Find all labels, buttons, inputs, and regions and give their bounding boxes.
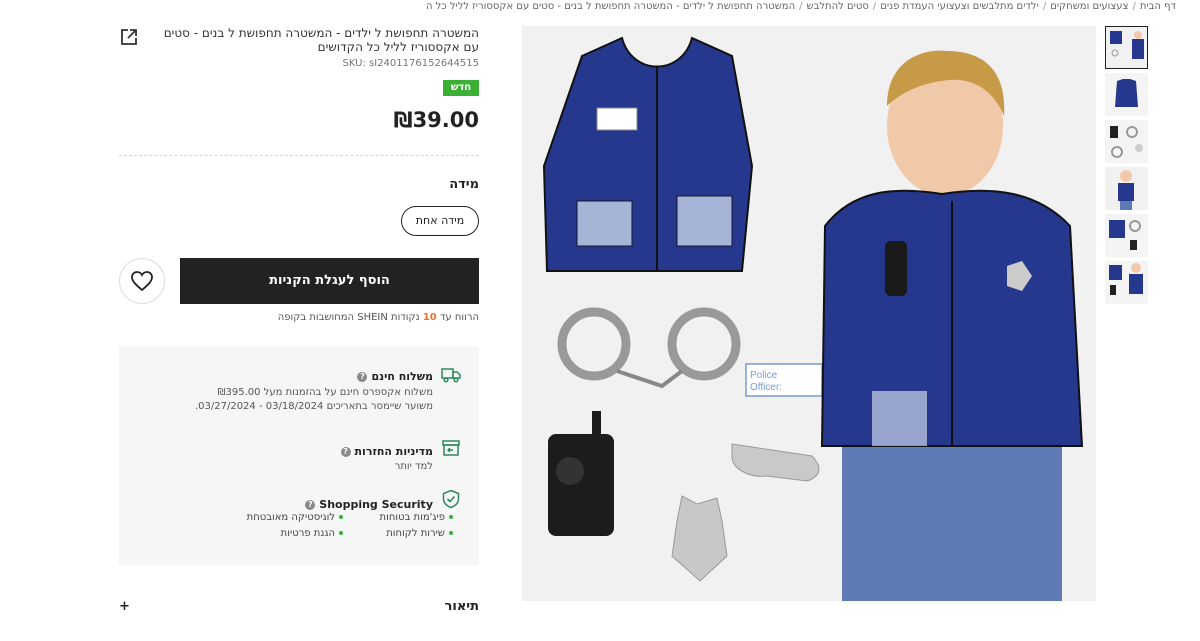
returns-learn-more-link[interactable]: למד יותר [395, 460, 433, 474]
thumbnail-5[interactable] [1105, 214, 1148, 257]
thumbnail-list [1105, 26, 1148, 308]
product-price: ₪39.00 [393, 108, 479, 132]
breadcrumb-dressup[interactable]: סטים להתלבש [807, 1, 869, 12]
breadcrumb-pretend[interactable]: ילדים מתלבשים וצעצועי העמדת פנים [880, 1, 1039, 12]
points-value: 10 [422, 312, 437, 323]
security-item: לוגיסטיקה מאובטחת [233, 512, 343, 523]
security-title: Shopping Security [319, 498, 433, 511]
product-title: המשטרה תחפושת ל ילדים - המשטרה תחפושת ל … [163, 26, 479, 54]
security-section: Shopping Security? [305, 493, 433, 512]
main-product-image[interactable]: Police Officer: [522, 26, 1096, 601]
truck-icon [441, 365, 461, 385]
breadcrumb-home[interactable]: דף הבית [1140, 1, 1176, 12]
thumbnail-2[interactable] [1105, 73, 1148, 116]
vest-graphic [542, 36, 754, 272]
breadcrumb: דף הבית/צעצועים ומשחקים/ילדים מתלבשים וצ… [425, 0, 1176, 14]
security-item: פיג'מות בטוחות [343, 512, 453, 523]
divider [119, 155, 479, 156]
points-prefix: הרווח עד [439, 312, 479, 323]
help-icon[interactable]: ? [305, 499, 316, 510]
thumbnail-6[interactable] [1105, 261, 1148, 304]
returns-section: מדיניות החזרות? [340, 440, 433, 459]
wishlist-button[interactable] [119, 258, 165, 304]
points-info: הרווח עד 10 נקודות SHEIN המחושבות בקופה [119, 312, 479, 323]
new-badge: חדש [443, 80, 479, 96]
product-sku: SKU: sI2401176152644515 [342, 58, 479, 69]
security-items: פיג'מות בטוחות לוגיסטיקה מאובטחת שירות ל… [233, 512, 453, 544]
breadcrumb-current: המשטרה תחפושת ל ילדים - המשטרה תחפושת ל … [425, 1, 796, 12]
security-item: שירות לקוחות [343, 528, 453, 539]
heart-icon [131, 271, 153, 292]
shield-check-icon [441, 489, 461, 509]
size-option-one-size[interactable]: מידה אחת [401, 206, 479, 236]
card-text-police: Police [750, 370, 778, 381]
add-to-cart-button[interactable]: הוסף לעגלת הקניות [180, 258, 479, 304]
shipping-line2: משוער שיימסר בתאריכים 03/18/2024 - 03/27… [194, 401, 433, 412]
card-text-officer: Officer: [750, 382, 782, 393]
thumbnail-4[interactable] [1105, 167, 1148, 210]
thumbnail-1[interactable] [1105, 26, 1148, 69]
security-item: הגנת פרטיות [233, 528, 343, 539]
policy-box: משלוח חינם? משלוח אקספרס חינם על בהזמנות… [119, 346, 479, 565]
points-suffix: נקודות SHEIN המחושבות בקופה [277, 312, 420, 323]
help-icon[interactable]: ? [340, 446, 351, 457]
description-label: תיאור [444, 598, 479, 614]
thumbnail-3[interactable] [1105, 120, 1148, 163]
shipping-section: משלוח חינם? [357, 365, 433, 384]
returns-title: מדיניות החזרות [354, 445, 433, 458]
help-icon[interactable]: ? [357, 371, 368, 382]
size-label: מידה [449, 177, 479, 192]
plus-icon: + [119, 598, 130, 614]
breadcrumb-toys[interactable]: צעצועים ומשחקים [1050, 1, 1128, 12]
shipping-title: משלוח חינם [371, 370, 433, 383]
share-icon[interactable] [119, 27, 139, 47]
return-box-icon [441, 438, 461, 458]
description-toggle[interactable]: תיאור + [119, 596, 479, 616]
shipping-line1: משלוח אקספרס חינם על בהזמנות מעל ₪395.00 [217, 387, 433, 398]
